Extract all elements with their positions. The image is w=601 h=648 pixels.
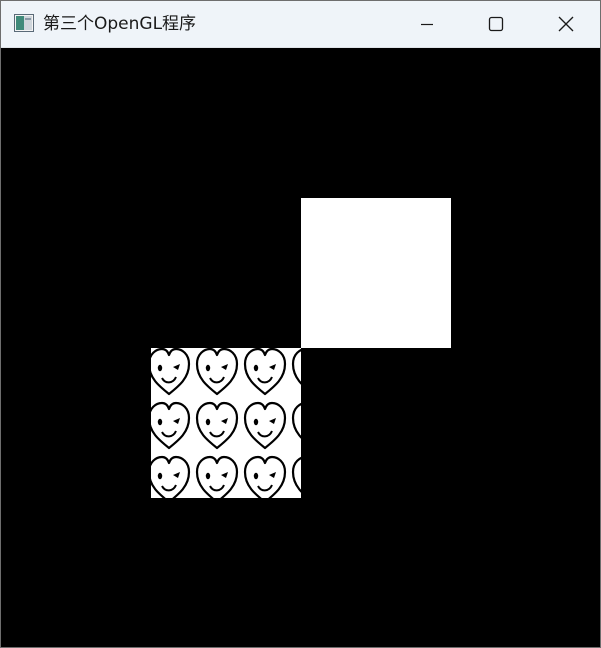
close-button[interactable]	[531, 1, 601, 47]
app-window-icon	[14, 14, 34, 32]
minimize-icon	[421, 23, 433, 26]
opengl-canvas[interactable]	[1, 48, 600, 647]
white-square	[301, 198, 451, 348]
close-icon	[558, 16, 574, 32]
app-window: 第三个OpenGL程序	[0, 0, 601, 648]
window-title: 第三个OpenGL程序	[43, 14, 197, 34]
smiling-heart-pattern	[151, 348, 301, 498]
maximize-button[interactable]	[461, 1, 531, 47]
maximize-icon	[488, 16, 504, 32]
title-bar[interactable]: 第三个OpenGL程序	[1, 1, 600, 48]
minimize-button[interactable]	[392, 1, 462, 47]
textured-square	[151, 348, 301, 498]
